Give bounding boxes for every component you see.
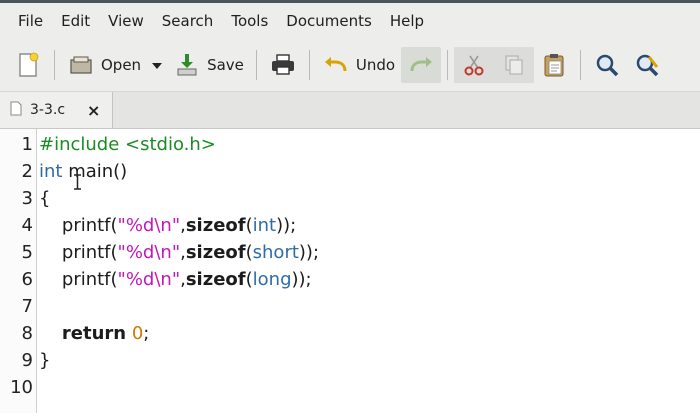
code-token: { <box>39 188 51 209</box>
code-token: ; <box>143 323 150 344</box>
code-token: return <box>61 323 127 344</box>
line-number: 7 <box>21 296 33 317</box>
code-token: int <box>39 161 63 182</box>
code-token: 0 <box>131 323 144 344</box>
code-token: short <box>252 242 299 263</box>
code-token: sizeof <box>185 242 246 263</box>
chevron-down-icon <box>151 56 163 74</box>
open-dropdown-button[interactable] <box>147 47 167 83</box>
tab-label: 3-3.c <box>30 102 66 118</box>
line-number: 9 <box>21 350 33 371</box>
toolbar-separator <box>580 50 582 80</box>
clipboard-icon <box>540 51 568 79</box>
line-number: 4 <box>21 215 33 236</box>
code-token: ( <box>245 242 253 263</box>
toolbar-separator <box>54 50 55 80</box>
code-token: printf( <box>39 242 118 263</box>
document-icon <box>10 101 22 120</box>
tab-3-3-c[interactable]: 3-3.c × <box>0 92 113 128</box>
menu-bar: File Edit View Search Tools Documents He… <box>0 3 700 39</box>
code-token: "%d\n" <box>117 242 181 263</box>
printer-icon <box>269 51 297 79</box>
menu-search[interactable]: Search <box>153 3 223 39</box>
line-number: 5 <box>21 242 33 263</box>
line-number: 10 <box>10 377 33 398</box>
menu-view[interactable]: View <box>99 3 153 39</box>
text-cursor-icon <box>73 174 82 194</box>
code-token: ( <box>245 215 253 236</box>
code-token: "%d\n" <box>117 269 181 290</box>
copy-icon <box>500 51 528 79</box>
code-line: return 0; <box>39 320 149 347</box>
gutter-divider <box>36 129 37 413</box>
save-icon <box>173 51 201 79</box>
redo-arrow-icon <box>407 51 435 79</box>
line-number: 1 <box>21 134 33 155</box>
menu-documents[interactable]: Documents <box>277 3 381 39</box>
save-label: Save <box>207 56 244 74</box>
code-token: long <box>252 269 292 290</box>
menu-tools[interactable]: Tools <box>222 3 277 39</box>
new-document-icon <box>14 51 42 79</box>
menu-help[interactable]: Help <box>381 3 433 39</box>
code-token: printf( <box>39 215 118 236</box>
new-button[interactable] <box>8 47 48 83</box>
code-line: #include <stdio.h> <box>39 131 216 158</box>
code-token: )); <box>291 269 312 290</box>
code-editor[interactable]: 1 #include <stdio.h> 2 int main() 3 {4 printf… <box>0 129 700 413</box>
toolbar-separator <box>447 50 449 80</box>
code-token: )); <box>298 242 320 263</box>
code-token: sizeof <box>185 269 246 290</box>
code-token: } <box>39 350 51 371</box>
line-number: 3 <box>21 188 33 209</box>
code-token: int <box>252 215 277 236</box>
code-token: sizeof <box>185 215 246 236</box>
magnifier-icon <box>593 51 621 79</box>
undo-button[interactable]: Undo <box>316 47 401 83</box>
code-line: int main() <box>39 158 127 185</box>
code-token: ( <box>245 269 253 290</box>
cut-button[interactable] <box>454 47 495 83</box>
print-button[interactable] <box>263 47 303 83</box>
open-button[interactable]: Open <box>61 47 147 83</box>
code-line: printf("%d\n",sizeof(long)); <box>39 266 312 293</box>
replace-button[interactable] <box>627 47 667 83</box>
toolbar-separator <box>255 50 257 80</box>
open-folder-icon <box>67 51 95 79</box>
code-token: "%d\n" <box>117 215 181 236</box>
line-number: 8 <box>21 323 33 344</box>
close-tab-icon[interactable]: × <box>87 101 100 120</box>
toolbar: Open Save Undo <box>0 39 700 92</box>
code-line: } <box>39 347 50 374</box>
menu-file[interactable]: File <box>0 3 52 39</box>
scissors-icon <box>460 51 488 79</box>
line-number: 6 <box>21 269 33 290</box>
code-token: printf( <box>39 269 118 290</box>
line-number: 2 <box>21 161 33 182</box>
code-token: )); <box>276 215 297 236</box>
code-line: printf("%d\n",sizeof(short)); <box>39 239 319 266</box>
redo-button[interactable] <box>401 47 442 83</box>
paste-button[interactable] <box>534 47 574 83</box>
find-button[interactable] <box>587 47 627 83</box>
save-button[interactable]: Save <box>167 47 250 83</box>
undo-label: Undo <box>355 56 396 74</box>
code-line: { <box>39 185 50 212</box>
code-token: #include <stdio.h> <box>39 134 216 155</box>
open-label: Open <box>101 56 142 74</box>
document-tab-bar: 3-3.c × <box>0 92 700 129</box>
menu-edit[interactable]: Edit <box>52 3 99 39</box>
code-line: printf("%d\n",sizeof(int)); <box>39 212 296 239</box>
undo-arrow-icon <box>322 51 350 79</box>
find-replace-icon <box>633 51 661 79</box>
toolbar-separator <box>308 50 310 80</box>
copy-button[interactable] <box>494 47 535 83</box>
